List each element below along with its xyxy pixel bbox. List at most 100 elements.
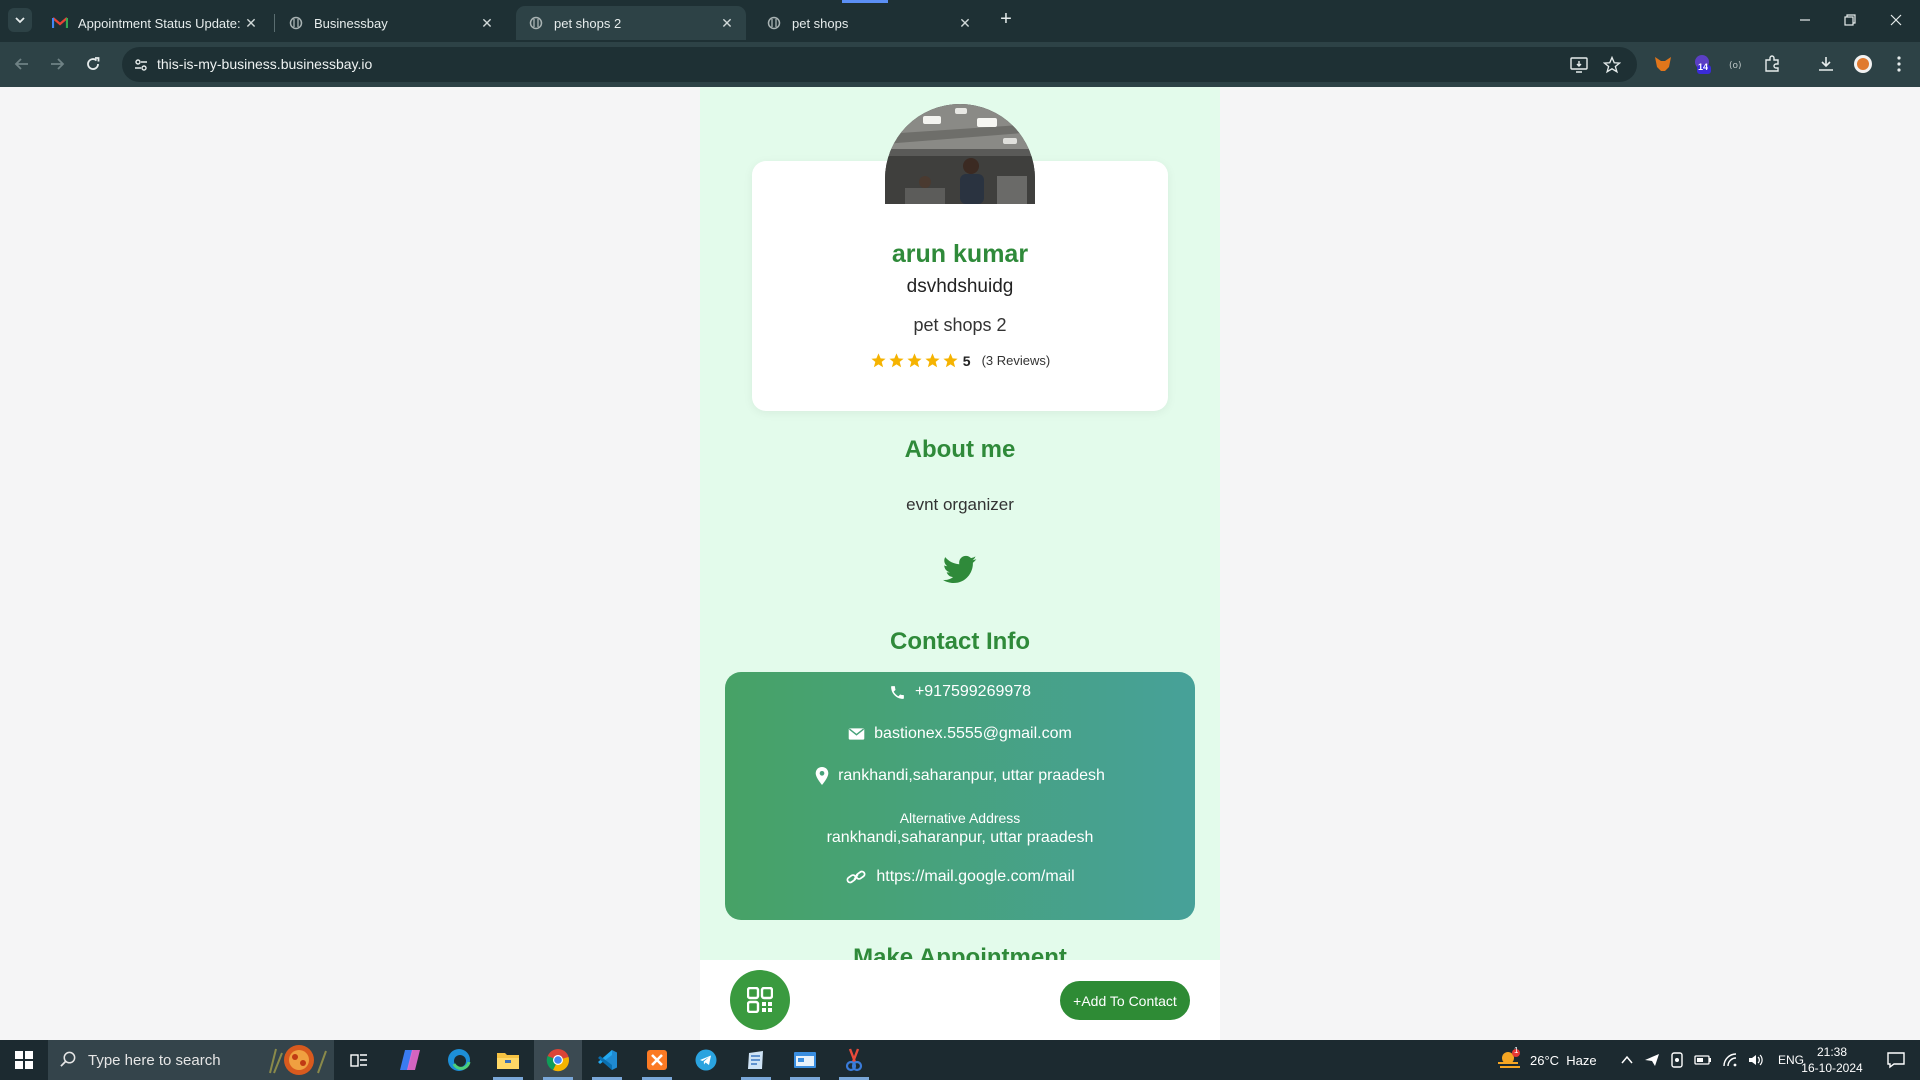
tab-title: Businessbay bbox=[314, 15, 388, 31]
windows-logo-icon bbox=[15, 1051, 33, 1069]
weather-badge: 1 bbox=[1514, 1046, 1519, 1055]
address-row[interactable]: rankhandi,saharanpur, uttar praadesh bbox=[725, 767, 1195, 785]
install-app-icon[interactable] bbox=[1569, 55, 1589, 75]
speaker-icon[interactable] bbox=[1748, 1053, 1764, 1067]
notifications-button[interactable] bbox=[1876, 1040, 1916, 1080]
extension-badge-icon[interactable]: 14 bbox=[1691, 53, 1713, 75]
location-pin-icon bbox=[815, 767, 829, 785]
site-icon bbox=[766, 15, 782, 31]
taskbar-search[interactable]: Type here to search bbox=[48, 1040, 334, 1080]
bookmark-star-icon[interactable] bbox=[1602, 55, 1622, 75]
loading-indicator bbox=[842, 0, 888, 3]
taskbar-copilot[interactable] bbox=[386, 1040, 434, 1080]
page-viewport: arun kumar dsvhdshuidg pet shops 2 5 (3 … bbox=[0, 87, 1920, 1040]
xampp-icon bbox=[647, 1050, 667, 1070]
vscode-icon bbox=[598, 1050, 617, 1070]
close-icon[interactable]: ✕ bbox=[242, 14, 260, 32]
windows-taskbar: Type here to search 1 26°C Haze ENG 21:3… bbox=[0, 1040, 1920, 1080]
close-icon[interactable]: ✕ bbox=[718, 14, 736, 32]
clock-date: 16-10-2024 bbox=[1801, 1061, 1863, 1075]
about-text: evnt organizer bbox=[906, 495, 1014, 514]
browser-toolbar: this-is-my-business.businessbay.io 14 (o… bbox=[0, 42, 1920, 87]
tab-pet-shops-2[interactable]: pet shops 2 ✕ bbox=[516, 6, 746, 40]
phone-number[interactable]: +917599269978 bbox=[915, 683, 1031, 701]
close-window-button[interactable] bbox=[1884, 8, 1908, 32]
tab-search-button[interactable] bbox=[8, 8, 32, 32]
alt-address-value: rankhandi,saharanpur, uttar praadesh bbox=[826, 829, 1094, 846]
minimize-button[interactable] bbox=[1793, 8, 1817, 32]
taskbar-telegram[interactable] bbox=[682, 1040, 730, 1080]
reviews-count[interactable]: (3 Reviews) bbox=[982, 353, 1051, 368]
search-highlight-icon bbox=[269, 1045, 327, 1075]
taskbar-xampp[interactable] bbox=[633, 1040, 681, 1080]
restore-button[interactable] bbox=[1838, 8, 1862, 32]
business-name: pet shops 2 bbox=[913, 315, 1007, 335]
avatar bbox=[885, 104, 1035, 204]
reload-button[interactable] bbox=[81, 52, 105, 76]
email-row[interactable]: bastionex.5555@gmail.com bbox=[725, 725, 1195, 743]
notification-icon bbox=[1887, 1052, 1905, 1069]
tab-pet-shops[interactable]: pet shops ✕ bbox=[754, 6, 984, 40]
contact-info-box: +917599269978 bastionex.5555@gmail.com r… bbox=[725, 672, 1195, 920]
twitter-icon[interactable] bbox=[943, 555, 977, 585]
address-text[interactable]: rankhandi,saharanpur, uttar praadesh bbox=[838, 767, 1105, 785]
extension-icon[interactable]: (o) bbox=[1725, 53, 1747, 75]
star-icon bbox=[889, 353, 904, 368]
svg-text:(o): (o) bbox=[1729, 61, 1742, 70]
phone-row[interactable]: +917599269978 bbox=[725, 683, 1195, 701]
metamask-extension-icon[interactable] bbox=[1652, 53, 1674, 75]
star-icon bbox=[925, 353, 940, 368]
copilot-icon bbox=[400, 1050, 420, 1070]
chrome-icon bbox=[546, 1049, 569, 1072]
tab-appointment-status[interactable]: Appointment Status Update: dr ✕ bbox=[40, 6, 270, 40]
taskbar-control-panel[interactable] bbox=[781, 1040, 829, 1080]
extensions-puzzle-icon[interactable] bbox=[1761, 53, 1783, 75]
alt-address-label: Alternative Address bbox=[899, 810, 1021, 826]
email-address[interactable]: bastionex.5555@gmail.com bbox=[874, 725, 1072, 743]
back-button[interactable] bbox=[10, 52, 34, 76]
qr-code-button[interactable] bbox=[730, 970, 790, 1030]
search-placeholder[interactable]: Type here to search bbox=[88, 1052, 221, 1069]
start-button[interactable] bbox=[0, 1040, 48, 1080]
download-icon[interactable] bbox=[1815, 53, 1837, 75]
taskbar-file-explorer[interactable] bbox=[484, 1040, 532, 1080]
restore-icon bbox=[1844, 14, 1856, 26]
tab-businessbay[interactable]: Businessbay ✕ bbox=[276, 6, 506, 40]
qr-code-icon bbox=[747, 987, 773, 1013]
site-info-icon[interactable] bbox=[131, 55, 151, 75]
url-text[interactable]: this-is-my-business.businessbay.io bbox=[157, 56, 372, 72]
taskbar-edge[interactable] bbox=[435, 1040, 483, 1080]
taskbar-notes-app[interactable] bbox=[732, 1040, 780, 1080]
system-tray: ENG bbox=[1620, 1040, 1804, 1080]
scissors-icon bbox=[845, 1048, 863, 1072]
send-icon[interactable] bbox=[1644, 1053, 1660, 1067]
add-to-contact-button[interactable]: +Add To Contact bbox=[1060, 981, 1190, 1020]
task-view-button[interactable] bbox=[335, 1040, 383, 1080]
wifi-icon[interactable] bbox=[1722, 1053, 1738, 1067]
chevron-up-icon[interactable] bbox=[1620, 1053, 1634, 1067]
taskbar-snipping-tool[interactable] bbox=[830, 1040, 878, 1080]
star-icon bbox=[907, 353, 922, 368]
device-icon[interactable] bbox=[1670, 1052, 1684, 1068]
weather-widget[interactable]: 1 26°C Haze bbox=[1496, 1040, 1597, 1080]
task-view-icon bbox=[350, 1054, 367, 1067]
new-tab-button[interactable]: + bbox=[995, 8, 1017, 30]
close-icon[interactable]: ✕ bbox=[478, 14, 496, 32]
taskbar-chrome[interactable] bbox=[534, 1040, 582, 1080]
browser-menu-icon[interactable] bbox=[1888, 53, 1910, 75]
gmail-icon bbox=[52, 15, 68, 31]
address-bar[interactable]: this-is-my-business.businessbay.io bbox=[122, 47, 1637, 82]
clock[interactable]: 21:38 16-10-2024 bbox=[1796, 1044, 1868, 1076]
taskbar-vscode[interactable] bbox=[583, 1040, 631, 1080]
close-icon[interactable]: ✕ bbox=[956, 14, 974, 32]
bottom-action-bar: +Add To Contact bbox=[700, 960, 1220, 1040]
arrow-left-icon bbox=[14, 58, 28, 70]
profile-subtitle: dsvhdshuidg bbox=[906, 276, 1014, 297]
website-row[interactable]: https://mail.google.com/mail bbox=[725, 868, 1195, 886]
website-link[interactable]: https://mail.google.com/mail bbox=[876, 868, 1074, 886]
forward-button[interactable] bbox=[45, 52, 69, 76]
folder-icon bbox=[497, 1053, 519, 1069]
profile-photo bbox=[885, 104, 1035, 204]
battery-icon[interactable] bbox=[1694, 1054, 1712, 1066]
profile-avatar-icon[interactable] bbox=[1852, 53, 1874, 75]
